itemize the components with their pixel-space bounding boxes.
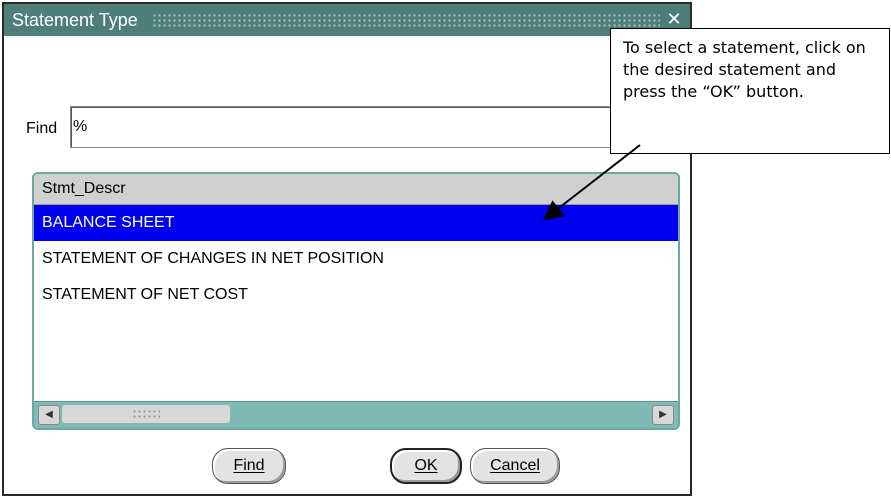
instruction-callout: To select a statement, click on the desi… bbox=[610, 28, 890, 154]
cancel-button[interactable]: Cancel bbox=[470, 448, 560, 484]
title-bar-pattern bbox=[151, 13, 660, 27]
horizontal-scrollbar[interactable]: ◀ ▶ bbox=[34, 401, 678, 428]
list-item-net-cost[interactable]: STATEMENT OF NET COST bbox=[34, 277, 678, 313]
statement-type-dialog: Statement Type ✕ Find Stmt_Descr BALANCE… bbox=[2, 2, 692, 496]
list-item-balance-sheet[interactable]: BALANCE SHEET bbox=[34, 205, 678, 241]
find-label: Find bbox=[26, 120, 58, 137]
title-bar[interactable]: Statement Type ✕ bbox=[4, 4, 690, 36]
column-header-stmt-descr[interactable]: Stmt_Descr bbox=[34, 174, 678, 205]
arrow-left-icon[interactable]: ◀ bbox=[38, 405, 60, 425]
statement-list: Stmt_Descr BALANCE SHEET STATEMENT OF CH… bbox=[32, 172, 680, 430]
list-item-changes-in-net-position[interactable]: STATEMENT OF CHANGES IN NET POSITION bbox=[34, 241, 678, 277]
dialog-title: Statement Type bbox=[12, 9, 138, 30]
arrow-right-icon[interactable]: ▶ bbox=[652, 405, 674, 425]
close-icon[interactable]: ✕ bbox=[664, 10, 684, 30]
scrollbar-thumb[interactable] bbox=[62, 405, 230, 423]
find-input[interactable] bbox=[70, 106, 630, 148]
ok-button[interactable]: OK bbox=[390, 448, 462, 484]
thumb-grip bbox=[132, 409, 160, 419]
find-button[interactable]: Find bbox=[212, 448, 286, 484]
